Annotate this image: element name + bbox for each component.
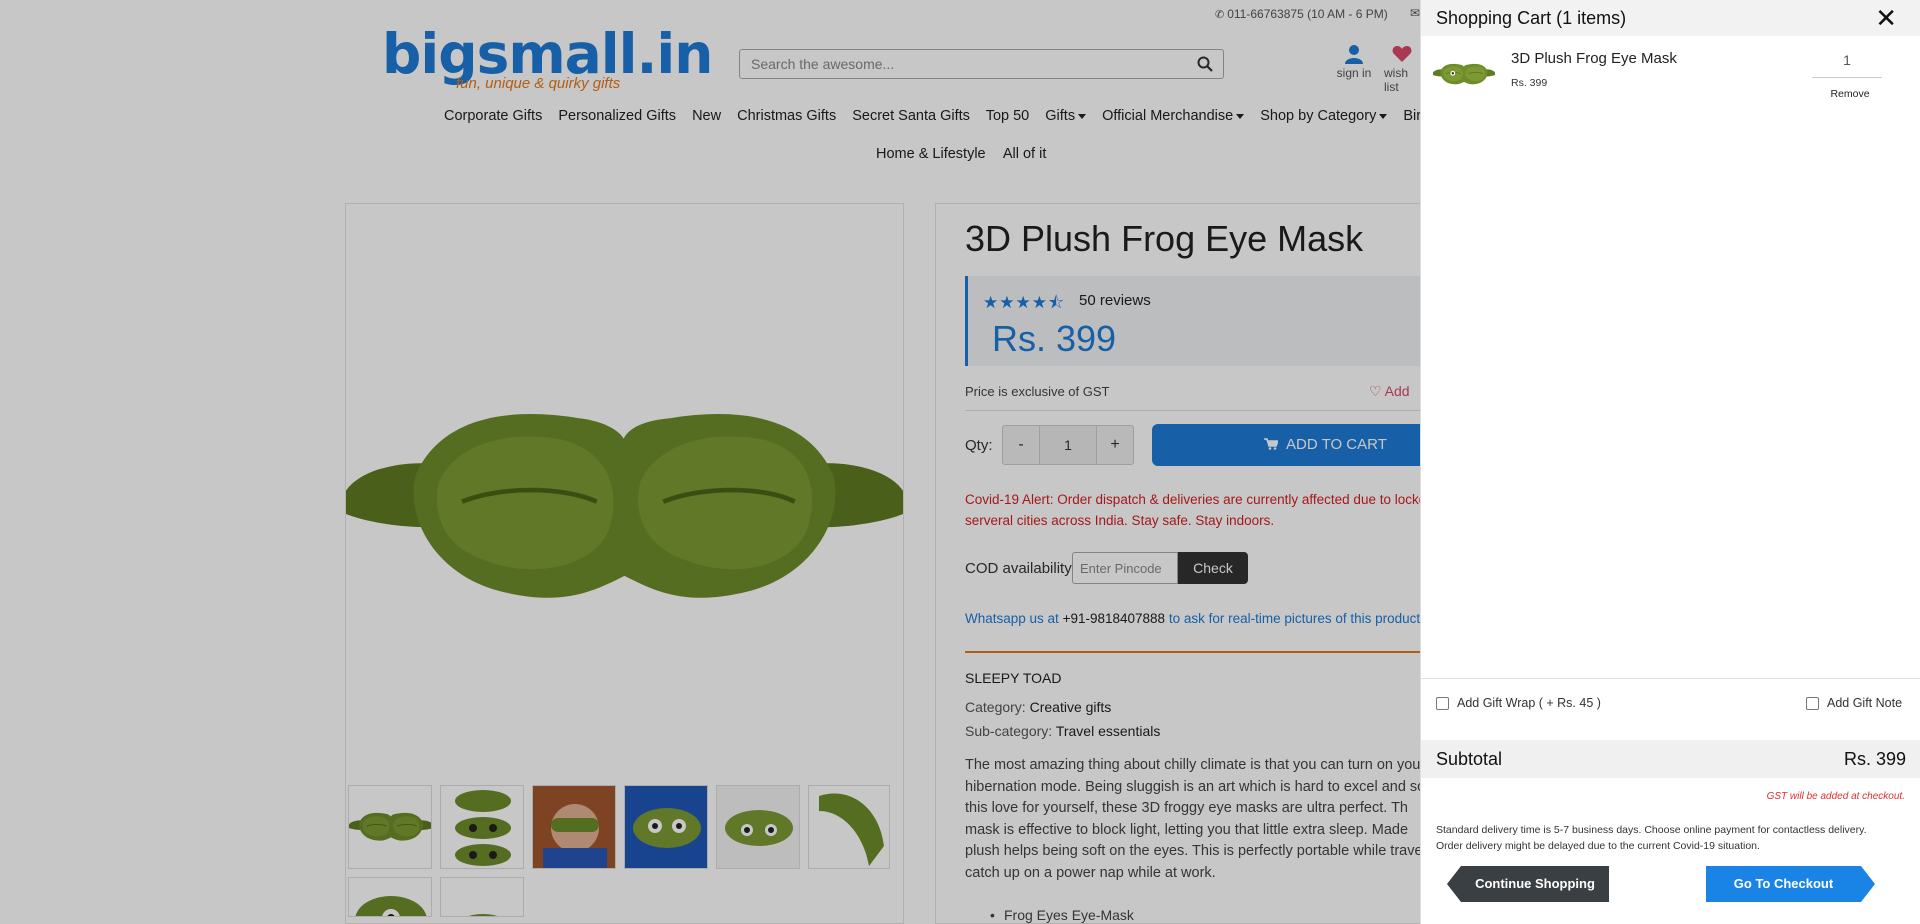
subtotal-value: Rs. 399 xyxy=(1843,749,1906,769)
cart-item-name[interactable]: 3D Plush Frog Eye Mask xyxy=(1511,50,1677,67)
cart-title: Shopping Cart (1 items) xyxy=(1436,8,1627,28)
cart-header: Shopping Cart (1 items) ✕ xyxy=(1421,0,1920,36)
go-to-checkout-button[interactable]: Go To Checkout xyxy=(1706,866,1875,902)
cart-footer-divider xyxy=(1421,678,1920,679)
delivery-line-2: Order delivery might be delayed due to t… xyxy=(1436,840,1760,852)
cart-item-remove-button[interactable]: Remove xyxy=(1820,88,1880,100)
gift-note-label: Add Gift Note xyxy=(1827,696,1903,710)
gift-note-checkbox[interactable] xyxy=(1806,696,1819,710)
delivery-note: Standard delivery time is 5-7 business d… xyxy=(1436,822,1911,854)
gift-note-option[interactable]: Add Gift Note xyxy=(1806,696,1902,710)
gift-wrap-option[interactable]: Add Gift Wrap ( + Rs. 45 ) xyxy=(1436,696,1601,710)
subtotal-label: Subtotal xyxy=(1436,749,1503,769)
modal-overlay[interactable] xyxy=(0,0,1420,924)
gift-wrap-label: Add Gift Wrap ( + Rs. 45 ) xyxy=(1457,696,1601,710)
cart-item-qty-input[interactable]: 1 xyxy=(1812,52,1882,78)
delivery-line-1: Standard delivery time is 5-7 business d… xyxy=(1436,824,1867,836)
close-icon[interactable]: ✕ xyxy=(1875,5,1897,31)
continue-shopping-button[interactable]: Continue Shopping xyxy=(1447,866,1609,902)
subtotal-row: Subtotal Rs. 399 xyxy=(1421,740,1920,778)
cart-item-price: Rs. 399 xyxy=(1511,77,1548,89)
cart-item-thumbnail[interactable] xyxy=(1433,55,1495,95)
gst-checkout-note: GST will be added at checkout. xyxy=(1766,791,1905,802)
shopping-cart-drawer: Shopping Cart (1 items) ✕ 3D Plush Frog … xyxy=(1420,0,1920,924)
gift-wrap-checkbox[interactable] xyxy=(1436,696,1449,710)
